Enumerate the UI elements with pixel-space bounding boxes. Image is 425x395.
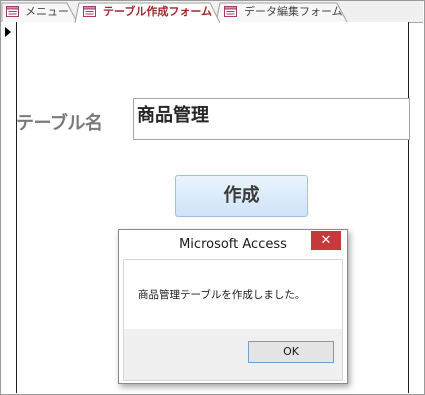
table-name-label: テーブル名 <box>16 113 103 134</box>
tab-table-create-form[interactable]: テーブル作成フォーム <box>74 2 221 23</box>
form-right-border <box>408 22 409 393</box>
close-icon: ✕ <box>320 233 332 248</box>
form-icon <box>6 6 19 17</box>
record-pointer-icon <box>5 27 11 37</box>
table-name-input[interactable]: 商品管理 <box>133 98 410 140</box>
tab-data-edit-form-label: データ編集フォーム <box>244 5 343 18</box>
dialog-message-area: 商品管理テーブルを作成しました。 <box>124 260 342 329</box>
tab-menu[interactable]: メニュー <box>1 2 79 22</box>
tab-data-edit-form[interactable]: データ編集フォーム <box>215 2 349 22</box>
tab-table-create-form-label: テーブル作成フォーム <box>103 5 213 18</box>
dialog-footer: OK <box>124 329 342 380</box>
message-dialog: Microsoft Access ✕ 商品管理テーブルを作成しました。 OK <box>118 229 348 384</box>
create-button[interactable]: 作成 <box>175 175 308 217</box>
ok-button[interactable]: OK <box>248 341 334 363</box>
form-icon <box>224 6 237 17</box>
dialog-body: 商品管理テーブルを作成しました。 OK <box>123 259 343 381</box>
document-tab-strip: メニュー テーブル作成フォーム データ編集フォーム <box>1 1 423 23</box>
tab-menu-label: メニュー <box>25 5 69 18</box>
dialog-message: 商品管理テーブルを作成しました。 <box>138 289 306 301</box>
close-button[interactable]: ✕ <box>311 231 341 250</box>
record-selector[interactable] <box>1 22 17 393</box>
form-icon <box>83 6 96 17</box>
